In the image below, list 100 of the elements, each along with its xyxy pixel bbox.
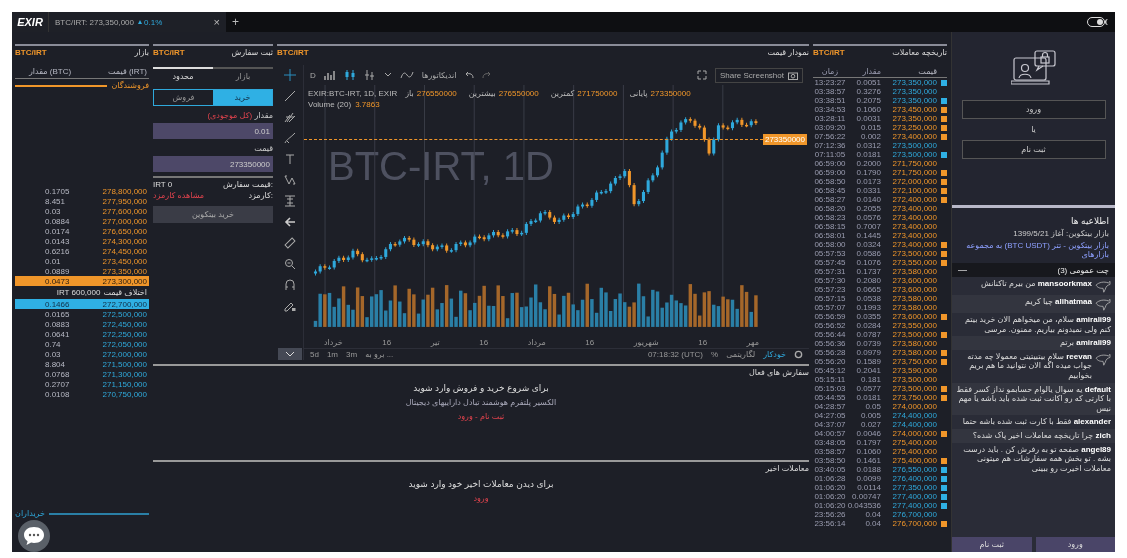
trade-time: 23:56:26 <box>813 510 847 519</box>
market-tab[interactable]: BTC/IRT: 273,350,000 0.1% × <box>48 12 226 32</box>
indicators-button[interactable]: اندیکاتورها <box>421 70 457 80</box>
ohlc-label: باز <box>405 89 414 98</box>
fee-link[interactable]: مشاهده کارمزد <box>153 191 205 200</box>
last-price-label: 273350000 <box>762 134 807 145</box>
trade-price: 273,500,000 <box>891 330 937 339</box>
pair-label: BTC/IRT <box>15 48 47 57</box>
ask-row[interactable]: 0.0174 276,650,000 <box>15 226 149 236</box>
trade-time: 06:58:01 <box>813 231 847 240</box>
chat-signup-button[interactable]: ثبت نام <box>952 537 1032 552</box>
order-type-tab[interactable]: محدود <box>153 67 213 84</box>
interval-button[interactable]: D <box>310 70 316 80</box>
ohlc-value: 276550000 <box>498 89 539 98</box>
signup-login-link[interactable]: ثبت نام - ورود <box>457 412 505 421</box>
chat-login-button[interactable]: ورود <box>1035 537 1115 552</box>
trade-price: 273,350,000 <box>891 96 937 105</box>
trade-time: 05:56:28 <box>813 348 847 357</box>
ohlc-value: 276550000 <box>416 89 457 98</box>
ohlc-value: 273350000 <box>650 89 691 98</box>
bid-row[interactable]: 0.0641 272,250,000 <box>15 329 149 339</box>
announcement[interactable]: بازار بیتکوین: آغاز 1399/5/21 <box>958 229 1109 238</box>
percent-button[interactable]: % <box>711 350 719 359</box>
ohlc-value: 271750000 <box>577 89 618 98</box>
trade-price: 273,550,000 <box>891 258 937 267</box>
trade-time: 06:58:27 <box>813 195 847 204</box>
buy-button[interactable]: خرید بیتکوین <box>153 206 273 223</box>
trade-amount: 0.0114 <box>856 483 881 492</box>
trade-time: 13:23:27 <box>813 78 847 87</box>
trade-price: 273,550,000 <box>891 321 937 330</box>
amount-input[interactable]: 0.01 <box>153 123 273 139</box>
trade-price: 274,400,000 <box>891 411 937 420</box>
auto-button[interactable]: خودکار <box>763 350 786 359</box>
trade-time: 04:00:57 <box>813 429 847 438</box>
add-tab-button[interactable]: + <box>232 15 239 29</box>
minimize-button[interactable]: — <box>958 265 967 275</box>
trade-price: 273,400,000 <box>891 222 937 231</box>
trade-price: 273,500,000 <box>891 375 937 384</box>
trade-time: 03:58:50 <box>813 456 847 465</box>
order-type-tab[interactable]: بازار <box>213 67 273 84</box>
bid-row[interactable]: 0.74 272,050,000 <box>15 339 149 349</box>
trade-price: 273,580,000 <box>891 348 937 357</box>
login-prompt: برای شروع خرید و فروش وارد شوید <box>413 383 549 393</box>
range-button[interactable]: 1m <box>326 350 339 359</box>
bid-row[interactable]: 0.0165 272,500,000 <box>15 309 149 319</box>
trade-amount: 0.1797 <box>855 438 881 447</box>
side-toggle-button[interactable]: خرید <box>213 90 272 105</box>
trade-amount: 0.3276 <box>855 87 881 96</box>
trade-time: 05:56:20 <box>813 357 847 366</box>
trade-amount: 0.7007 <box>855 222 881 231</box>
trade-amount: 0.0051 <box>855 78 881 87</box>
log-button[interactable]: لگاریتمی <box>726 350 756 359</box>
trade-time: 05:45:12 <box>813 366 847 375</box>
trade-price: 273,400,000 <box>891 132 937 141</box>
bid-row[interactable]: 0.03 272,000,000 <box>15 349 149 359</box>
close-tab-button[interactable]: × <box>213 16 220 28</box>
trade-time: 06:58:45 <box>813 186 847 195</box>
trade-amount: 0.002 <box>859 132 881 141</box>
announcement[interactable]: بازار بیتکوین - تتر (BTC USDT) به مجموعه بازارهای <box>958 241 1109 259</box>
bid-row[interactable]: 0.2707 271,150,000 <box>15 379 149 389</box>
ask-row[interactable]: 0.0143 274,300,000 <box>15 236 149 246</box>
trade-price: 273,500,000 <box>891 150 937 159</box>
trade-price: 273,580,000 <box>891 267 937 276</box>
ask-row[interactable]: 8.451 277,950,000 <box>15 196 149 206</box>
ask-row[interactable]: 0.6216 274,450,000 <box>15 246 149 256</box>
range-button[interactable]: 5d <box>310 350 319 359</box>
range-button[interactable]: 3m <box>346 350 358 359</box>
bid-row[interactable]: 0.0108 270,750,000 <box>15 389 149 399</box>
trade-time: 05:57:45 <box>813 258 847 267</box>
ask-row[interactable]: 0.0473 273,300,000 <box>15 276 149 286</box>
trade-price: 273,580,000 <box>891 339 937 348</box>
ask-row[interactable]: 0.03 277,600,000 <box>15 206 149 216</box>
trade-price: 276,550,000 <box>891 465 937 474</box>
trade-price: 273,750,000 <box>891 393 937 402</box>
bid-row[interactable]: 0.0883 272,450,000 <box>15 319 149 329</box>
trade-price: 274,000,000 <box>891 429 937 438</box>
panel-title: سفارش های فعال <box>748 367 809 379</box>
price-input[interactable]: 273350000 <box>153 156 273 172</box>
ask-row[interactable]: 0.1705 278,800,000 <box>15 186 149 196</box>
share-screenshot-button[interactable]: Share Screenshot <box>714 67 803 83</box>
bid-row[interactable]: 8.804 271,500,000 <box>15 359 149 369</box>
axis-label: 16 <box>585 338 595 347</box>
range-button[interactable]: برو به ... <box>365 350 394 359</box>
axis-label: تیر <box>430 338 440 347</box>
bid-row[interactable]: 0.0768 271,300,000 <box>15 369 149 379</box>
trade-price: 276,700,000 <box>891 510 937 519</box>
sellers-label: فروشندگان <box>111 81 149 90</box>
login-button[interactable]: ورود <box>961 100 1106 119</box>
ask-row[interactable]: 0.0889 273,350,000 <box>15 266 149 276</box>
trade-price: 273,350,000 <box>891 78 937 87</box>
panel-title: معاملات اخیر <box>765 463 809 475</box>
ask-row[interactable]: 0.01 273,450,000 <box>15 256 149 266</box>
trade-time: 04:28:57 <box>813 402 847 411</box>
login-link[interactable]: ورود <box>473 494 489 503</box>
signup-button[interactable]: ثبت نام <box>961 140 1106 159</box>
ask-row[interactable]: 0.0884 277,000,000 <box>15 216 149 226</box>
amount-label: مقدار (کل موجودی) <box>206 111 273 120</box>
side-toggle-button[interactable]: فروش <box>154 90 213 105</box>
trade-time: 05:44:55 <box>813 393 847 402</box>
bid-row[interactable]: 0.1466 272,700,000 <box>15 299 149 309</box>
